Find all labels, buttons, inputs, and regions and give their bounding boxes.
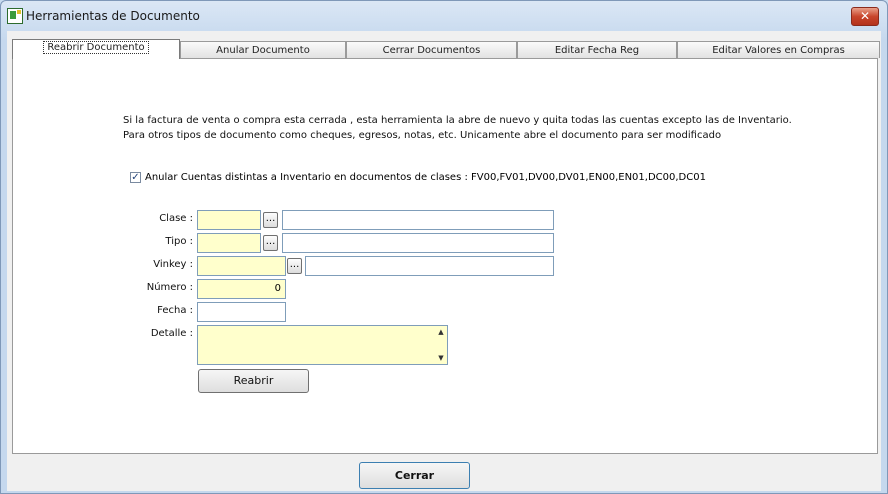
vinkey-label: Vinkey :: [153, 259, 193, 270]
numero-label: Número :: [146, 282, 193, 293]
tab-editar-valores-compras[interactable]: Editar Valores en Compras: [677, 41, 880, 58]
scroll-down-arrow-icon[interactable]: ▼: [435, 352, 447, 364]
info-line-2: Para otros tipos de documento como chequ…: [123, 130, 722, 141]
tipo-label: Tipo :: [165, 236, 193, 247]
client-area: Reabrir Documento Anular Documento Cerra…: [7, 31, 881, 491]
tab-panel: Si la factura de venta o compra esta cer…: [12, 58, 878, 454]
tab-strip: Reabrir Documento Anular Documento Cerra…: [12, 39, 882, 59]
cerrar-button-label: Cerrar: [394, 469, 435, 482]
detalle-scrollbar[interactable]: ▲ ▼: [435, 326, 447, 364]
window: Herramientas de Documento ✕ Reabrir Docu…: [0, 0, 888, 494]
vinkey-lookup-button[interactable]: ...: [287, 258, 302, 274]
fecha-label: Fecha :: [157, 305, 193, 316]
tipo-description-field[interactable]: [282, 233, 554, 253]
clase-lookup-button[interactable]: ...: [263, 212, 278, 228]
window-title: Herramientas de Documento: [26, 9, 200, 23]
clase-input[interactable]: [197, 210, 261, 230]
anular-cuentas-checkbox[interactable]: ✓: [130, 172, 141, 183]
cerrar-button[interactable]: Cerrar: [359, 462, 470, 489]
clase-description-field[interactable]: [282, 210, 554, 230]
tab-cerrar-documentos[interactable]: Cerrar Documentos: [346, 41, 517, 58]
tipo-input[interactable]: [197, 233, 261, 253]
app-icon: [7, 8, 23, 24]
tab-label: Reabrir Documento: [43, 41, 149, 54]
close-button[interactable]: ✕: [851, 7, 879, 26]
detalle-textarea[interactable]: ▲ ▼: [197, 325, 448, 365]
tab-reabrir-documento[interactable]: Reabrir Documento: [12, 39, 180, 59]
anular-cuentas-option[interactable]: ✓ Anular Cuentas distintas a Inventario …: [130, 172, 706, 183]
fecha-input[interactable]: [197, 302, 286, 322]
vinkey-input[interactable]: [197, 256, 286, 276]
info-line-1: Si la factura de venta o compra esta cer…: [123, 115, 792, 126]
reabrir-button[interactable]: Reabrir: [198, 369, 309, 393]
title-bar: Herramientas de Documento ✕: [1, 1, 887, 31]
anular-cuentas-label: Anular Cuentas distintas a Inventario en…: [145, 172, 706, 183]
tab-anular-documento[interactable]: Anular Documento: [180, 41, 346, 58]
vinkey-description-field[interactable]: [305, 256, 554, 276]
detalle-label: Detalle :: [150, 328, 193, 339]
numero-input[interactable]: 0: [197, 279, 286, 299]
tab-editar-fecha-reg[interactable]: Editar Fecha Reg: [517, 41, 677, 58]
clase-label: Clase :: [159, 213, 193, 224]
tipo-lookup-button[interactable]: ...: [263, 235, 278, 251]
scroll-up-arrow-icon[interactable]: ▲: [435, 326, 447, 338]
